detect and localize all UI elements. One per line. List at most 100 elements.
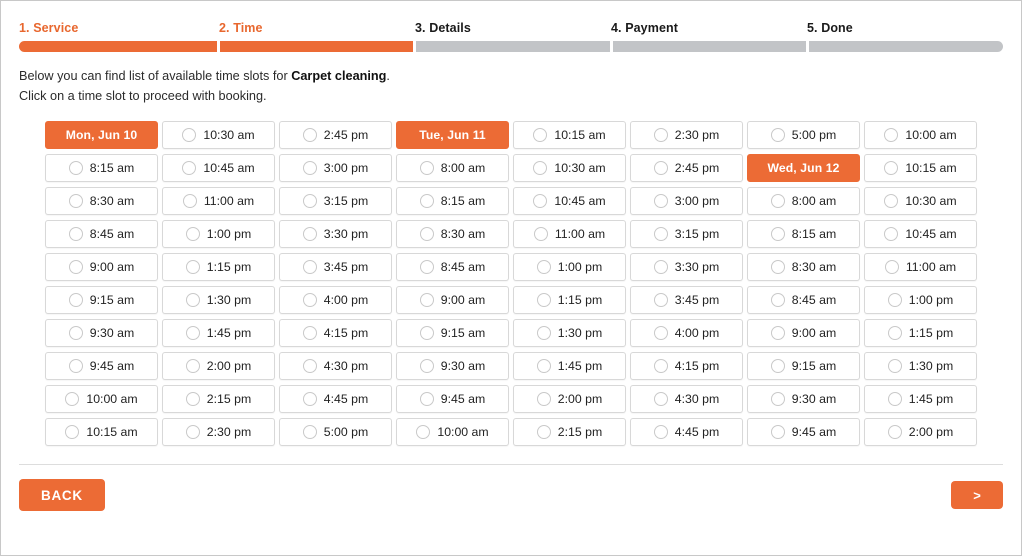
- time-slot[interactable]: 9:15 am: [747, 352, 860, 380]
- time-slot-label: 10:45 am: [203, 161, 255, 175]
- time-slot[interactable]: 10:15 am: [864, 154, 977, 182]
- time-slot[interactable]: 2:30 pm: [630, 121, 743, 149]
- time-slot[interactable]: 9:30 am: [45, 319, 158, 347]
- time-slot[interactable]: 8:30 am: [396, 220, 509, 248]
- time-slot[interactable]: 8:45 am: [396, 253, 509, 281]
- time-slot[interactable]: 11:00 am: [864, 253, 977, 281]
- time-slot[interactable]: 4:30 pm: [279, 352, 392, 380]
- stepper-bar-5[interactable]: [809, 41, 1003, 52]
- time-slot[interactable]: 1:45 pm: [162, 319, 275, 347]
- time-slot[interactable]: 9:45 am: [747, 418, 860, 446]
- time-slot[interactable]: 4:15 pm: [630, 352, 743, 380]
- stepper-bar-1[interactable]: [19, 41, 217, 52]
- time-slot[interactable]: 1:30 pm: [864, 352, 977, 380]
- time-slot[interactable]: 4:15 pm: [279, 319, 392, 347]
- day-header[interactable]: Tue, Jun 11: [396, 121, 509, 149]
- time-slot[interactable]: 9:30 am: [396, 352, 509, 380]
- time-slot[interactable]: 3:15 pm: [630, 220, 743, 248]
- time-slot[interactable]: 10:30 am: [513, 154, 626, 182]
- time-slot[interactable]: 8:30 am: [45, 187, 158, 215]
- time-slot-label: 4:15 pm: [323, 326, 369, 340]
- time-slot-label: 10:00 am: [86, 392, 138, 406]
- time-slot[interactable]: 2:30 pm: [162, 418, 275, 446]
- time-slot[interactable]: 10:45 am: [162, 154, 275, 182]
- time-slot[interactable]: 3:45 pm: [279, 253, 392, 281]
- time-slot[interactable]: 8:15 am: [747, 220, 860, 248]
- time-slot[interactable]: 5:00 pm: [747, 121, 860, 149]
- time-slot[interactable]: 9:45 am: [45, 352, 158, 380]
- time-slot-label: 3:00 pm: [674, 194, 720, 208]
- time-slot[interactable]: 1:15 pm: [864, 319, 977, 347]
- time-slot[interactable]: 10:00 am: [864, 121, 977, 149]
- time-slot[interactable]: 3:15 pm: [279, 187, 392, 215]
- time-slot[interactable]: 10:30 am: [864, 187, 977, 215]
- time-slot-label: 1:00 pm: [908, 293, 954, 307]
- time-slot[interactable]: 3:30 pm: [279, 220, 392, 248]
- time-slot[interactable]: 1:45 pm: [513, 352, 626, 380]
- time-slot[interactable]: 5:00 pm: [279, 418, 392, 446]
- time-slot[interactable]: 8:15 am: [396, 187, 509, 215]
- stepper-bar-3[interactable]: [416, 41, 610, 52]
- time-slot[interactable]: 8:15 am: [45, 154, 158, 182]
- time-slot[interactable]: 2:00 pm: [864, 418, 977, 446]
- time-slot[interactable]: 4:45 pm: [279, 385, 392, 413]
- time-slot[interactable]: 8:30 am: [747, 253, 860, 281]
- time-slot[interactable]: 1:00 pm: [162, 220, 275, 248]
- time-slot[interactable]: 8:00 am: [396, 154, 509, 182]
- time-slot[interactable]: 2:00 pm: [162, 352, 275, 380]
- time-slot[interactable]: 8:00 am: [747, 187, 860, 215]
- time-slot[interactable]: 10:00 am: [396, 418, 509, 446]
- time-slot[interactable]: 1:45 pm: [864, 385, 977, 413]
- time-slot[interactable]: 9:15 am: [396, 319, 509, 347]
- time-slot[interactable]: 9:00 am: [45, 253, 158, 281]
- radio-unchecked-icon: [653, 128, 668, 142]
- time-slot[interactable]: 1:15 pm: [513, 286, 626, 314]
- time-slot[interactable]: 1:15 pm: [162, 253, 275, 281]
- time-slot[interactable]: 1:00 pm: [864, 286, 977, 314]
- stepper-bar-4[interactable]: [612, 41, 807, 52]
- time-slot[interactable]: 10:45 am: [864, 220, 977, 248]
- time-slot[interactable]: 9:00 am: [747, 319, 860, 347]
- time-slot[interactable]: 11:00 am: [513, 220, 626, 248]
- time-slot[interactable]: 11:00 am: [162, 187, 275, 215]
- radio-unchecked-icon: [653, 293, 668, 307]
- time-slot[interactable]: 9:30 am: [747, 385, 860, 413]
- radio-unchecked-icon: [887, 293, 902, 307]
- time-slot[interactable]: 2:45 pm: [630, 154, 743, 182]
- time-slot[interactable]: 2:15 pm: [162, 385, 275, 413]
- time-slot[interactable]: 1:30 pm: [513, 319, 626, 347]
- wizard-footer: BACK >: [1, 465, 1021, 511]
- time-slot[interactable]: 3:45 pm: [630, 286, 743, 314]
- radio-unchecked-icon: [419, 260, 434, 274]
- time-slot[interactable]: 10:45 am: [513, 187, 626, 215]
- time-slot[interactable]: 9:45 am: [396, 385, 509, 413]
- day-header[interactable]: Wed, Jun 12: [747, 154, 860, 182]
- time-slot[interactable]: 3:00 pm: [279, 154, 392, 182]
- time-slot[interactable]: 4:00 pm: [630, 319, 743, 347]
- time-slot[interactable]: 3:30 pm: [630, 253, 743, 281]
- time-slot[interactable]: 3:00 pm: [630, 187, 743, 215]
- day-header[interactable]: Mon, Jun 10: [45, 121, 158, 149]
- stepper-bar-2[interactable]: [219, 41, 414, 52]
- time-slot[interactable]: 1:00 pm: [513, 253, 626, 281]
- time-slot[interactable]: 4:30 pm: [630, 385, 743, 413]
- time-slot[interactable]: 10:30 am: [162, 121, 275, 149]
- time-slot[interactable]: 8:45 am: [45, 220, 158, 248]
- time-slot[interactable]: 10:00 am: [45, 385, 158, 413]
- time-slot[interactable]: 2:15 pm: [513, 418, 626, 446]
- radio-unchecked-icon: [653, 326, 668, 340]
- time-slot[interactable]: 1:30 pm: [162, 286, 275, 314]
- back-button[interactable]: BACK: [19, 479, 105, 511]
- time-slot[interactable]: 10:15 am: [513, 121, 626, 149]
- time-slot[interactable]: 4:45 pm: [630, 418, 743, 446]
- time-slot[interactable]: 2:00 pm: [513, 385, 626, 413]
- radio-unchecked-icon: [68, 227, 83, 241]
- time-slot-label: 10:30 am: [203, 128, 255, 142]
- time-slot[interactable]: 9:00 am: [396, 286, 509, 314]
- next-button[interactable]: >: [951, 481, 1003, 509]
- time-slot[interactable]: 9:15 am: [45, 286, 158, 314]
- time-slot[interactable]: 2:45 pm: [279, 121, 392, 149]
- time-slot[interactable]: 4:00 pm: [279, 286, 392, 314]
- time-slot[interactable]: 8:45 am: [747, 286, 860, 314]
- time-slot[interactable]: 10:15 am: [45, 418, 158, 446]
